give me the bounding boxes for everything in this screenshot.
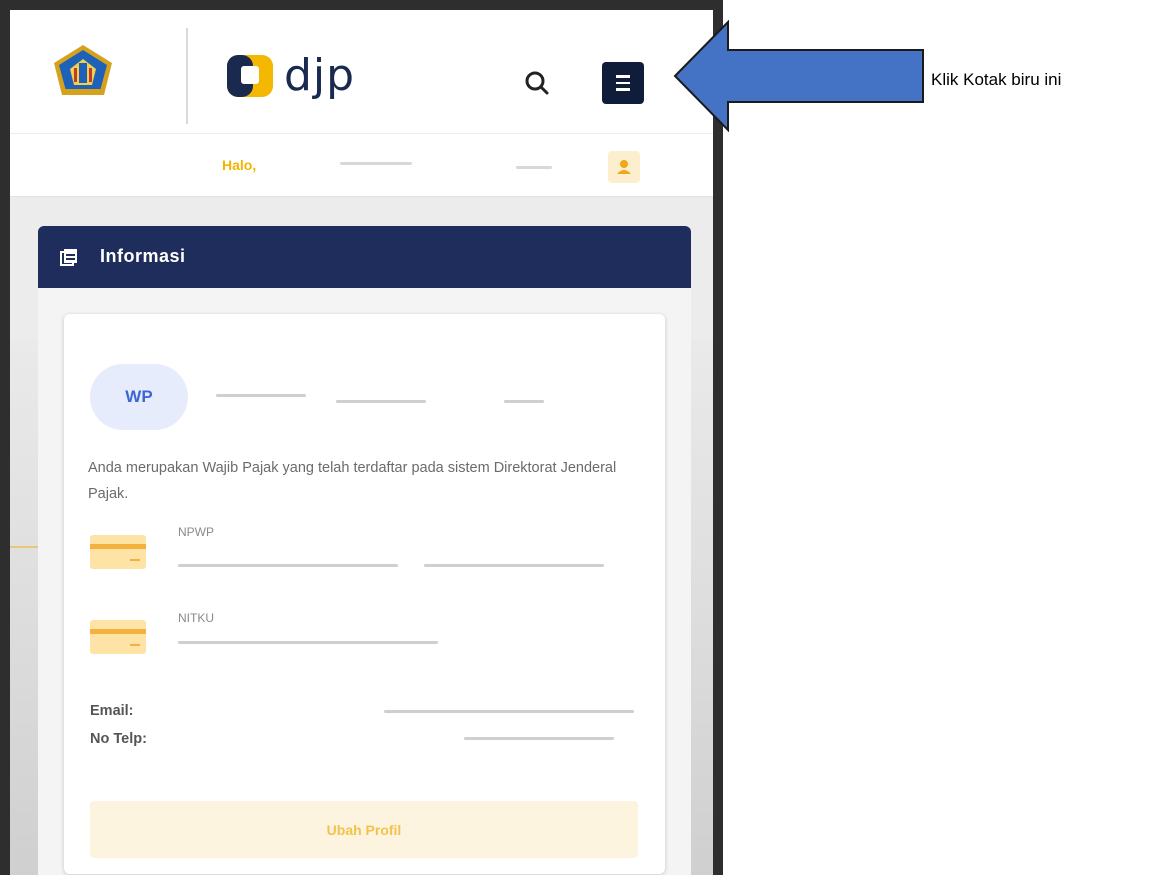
- panel-header: Informasi: [38, 226, 691, 288]
- redacted-phone: [464, 737, 614, 740]
- redacted-nitku: [178, 641, 438, 644]
- hamburger-menu-button[interactable]: [602, 62, 644, 104]
- redacted-email: [384, 710, 634, 713]
- npwp-label: NPWP: [178, 525, 214, 539]
- edit-profile-button[interactable]: Ubah Profil: [90, 801, 638, 858]
- email-label: Email:: [90, 703, 134, 719]
- redacted-npwp: [424, 564, 604, 567]
- redacted-taxpayer-name: [216, 394, 306, 397]
- taxpayer-avatar: WP: [90, 364, 188, 430]
- top-navigation-bar: djp: [10, 10, 713, 133]
- hamburger-menu-icon-bar: [616, 88, 630, 91]
- informasi-panel: Informasi WP Anda merupakan Wajib Pajak …: [38, 226, 691, 875]
- taxpayer-info-card: WP Anda merupakan Wajib Pajak yang telah…: [64, 314, 665, 874]
- phone-label: No Telp:: [90, 731, 147, 747]
- document-icon: [60, 249, 77, 266]
- hamburger-menu-icon-bar: [616, 81, 630, 85]
- phone-frame: djp Halo, Informasi WP Anda merupakan Wa…: [0, 0, 723, 875]
- redacted-username: [340, 162, 412, 165]
- user-profile-button[interactable]: [608, 151, 640, 183]
- redacted-taxpayer-name: [336, 400, 426, 403]
- id-card-icon: [90, 620, 146, 654]
- id-card-icon: [90, 535, 146, 569]
- redacted-username-suffix: [516, 166, 552, 169]
- nitku-label: NITKU: [178, 611, 214, 625]
- djp-logo: djp: [224, 48, 355, 104]
- panel-title: Informasi: [100, 246, 186, 266]
- callout-arrow: [673, 20, 924, 132]
- kemenkeu-emblem-logo: [54, 45, 112, 95]
- greeting-bar: Halo,: [10, 133, 713, 197]
- logo-divider: [186, 28, 188, 124]
- callout-text: Klik Kotak biru ini: [931, 70, 1062, 89]
- redacted-taxpayer-name: [504, 400, 544, 403]
- greeting-label: Halo,: [222, 157, 257, 173]
- search-icon: [525, 71, 549, 95]
- app-screen: djp Halo, Informasi WP Anda merupakan Wa…: [10, 10, 713, 875]
- hamburger-menu-icon-bar: [616, 75, 630, 78]
- djp-logo-mark: [227, 55, 273, 97]
- redacted-npwp: [178, 564, 398, 567]
- search-button[interactable]: [522, 68, 554, 100]
- djp-logo-text: djp: [284, 50, 356, 101]
- user-icon: [617, 160, 631, 174]
- registration-description: Anda merupakan Wajib Pajak yang telah te…: [88, 460, 617, 502]
